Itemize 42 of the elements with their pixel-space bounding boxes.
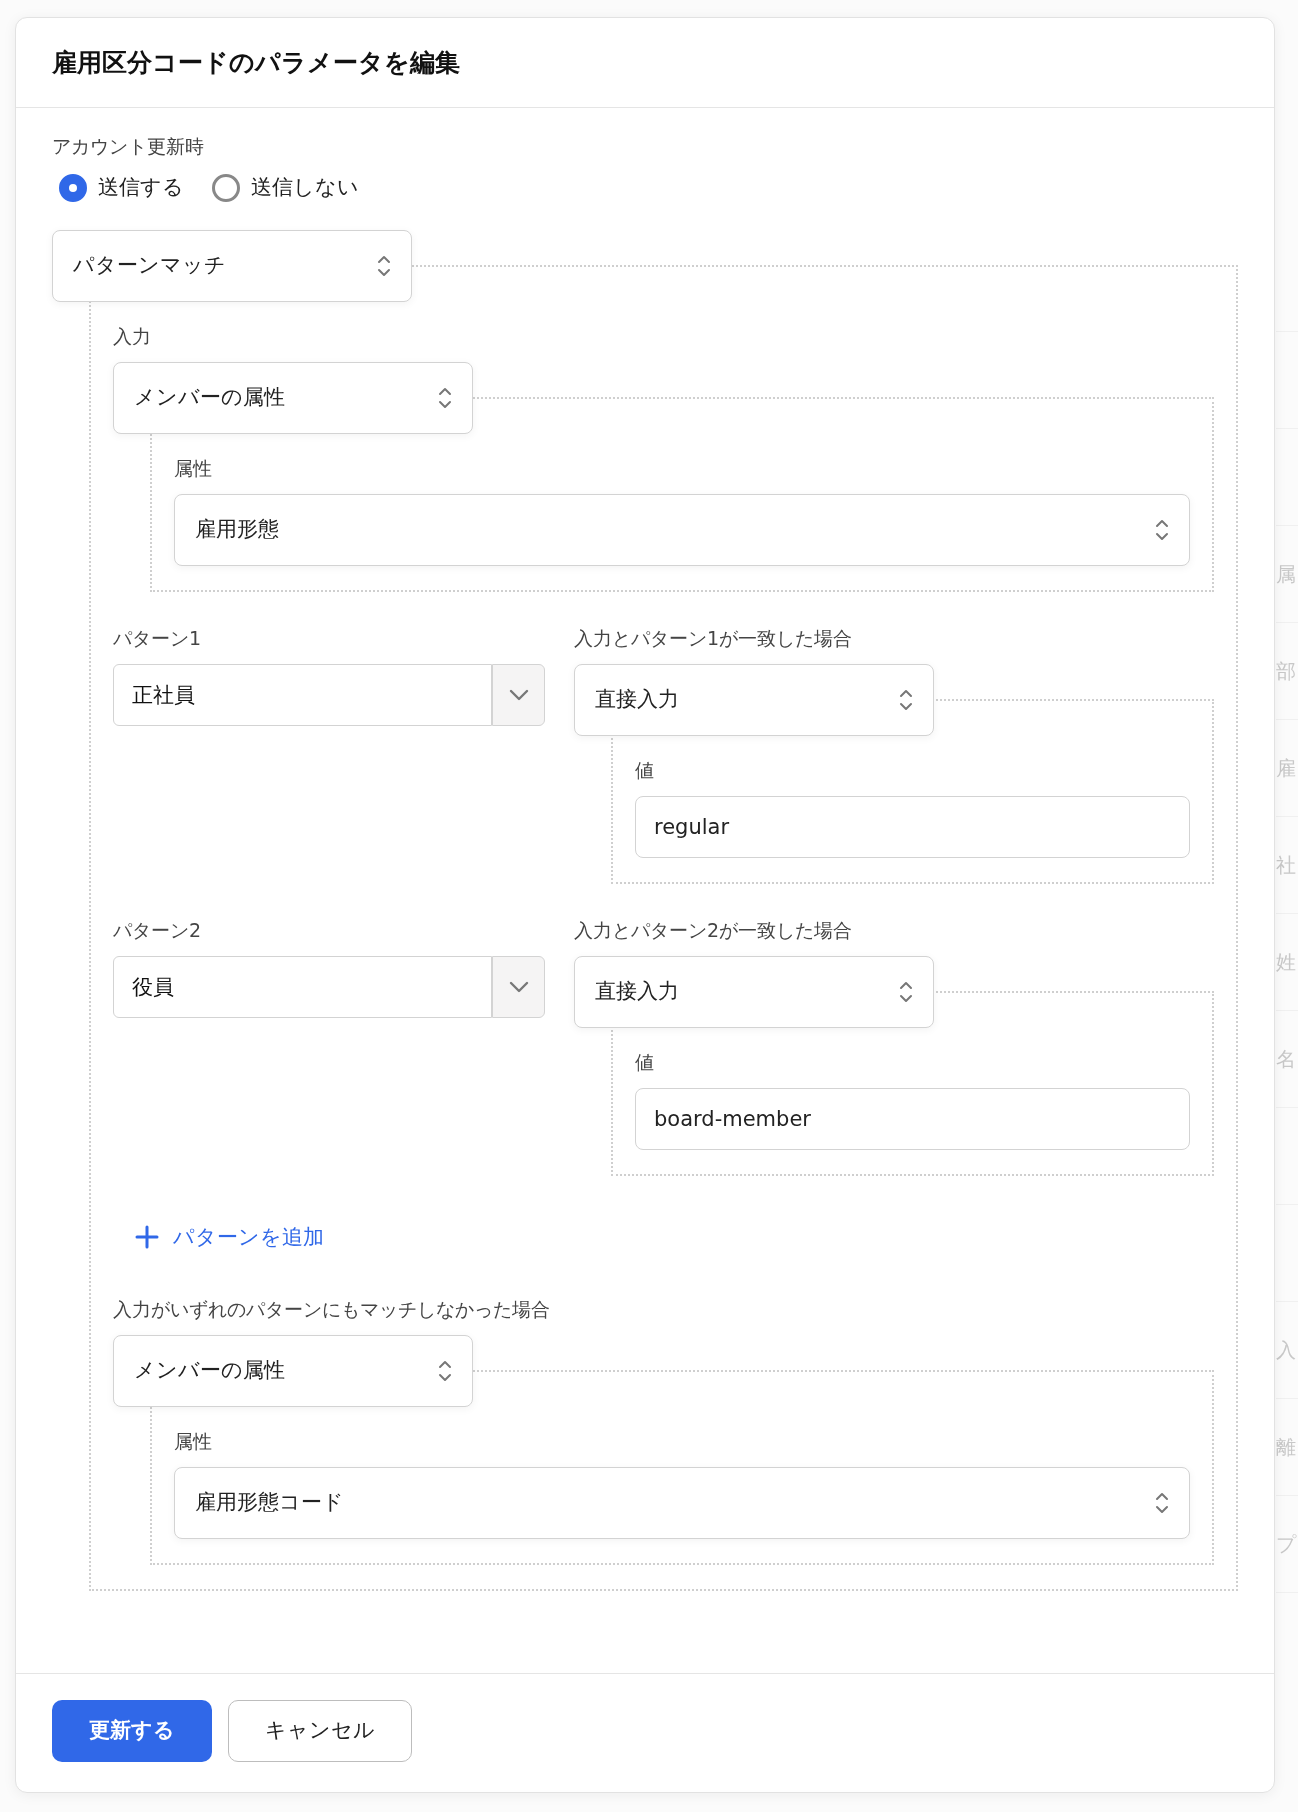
chevron-updown-icon — [438, 385, 452, 410]
update-button[interactable]: 更新する — [52, 1700, 212, 1762]
select-dropdown[interactable]: パターンマッチ — [52, 229, 412, 302]
chevron-updown-icon — [438, 1359, 452, 1383]
add-pattern-link[interactable]: パターンを追加 — [135, 1221, 324, 1253]
field-label: 入力とパターン2が一致した場合 — [574, 917, 854, 943]
select-dropdown[interactable]: 直接入力 — [574, 663, 934, 736]
value-input[interactable]: board-member — [635, 1087, 1190, 1150]
dropdown-toggle-button[interactable] — [492, 663, 545, 726]
field-label: 値 — [635, 1049, 655, 1075]
field-label: 入力がいずれのパターンにもマッチしなかった場合 — [113, 1297, 551, 1322]
chevron-updown-icon — [899, 979, 913, 1004]
field-label: 入力とパターン1が一致した場合 — [574, 625, 854, 651]
pattern-input[interactable]: 役員 — [113, 955, 493, 1018]
field-label: 属性 — [174, 1429, 213, 1454]
field-label: 入力 — [113, 323, 152, 349]
value-input[interactable]: regular — [635, 795, 1190, 858]
radio-icon[interactable] — [59, 173, 87, 202]
field-label: パターン1 — [113, 625, 203, 651]
field-label: 値 — [635, 757, 655, 783]
plus-icon — [135, 1225, 159, 1250]
pattern-input[interactable]: 正社員 — [113, 663, 493, 726]
chevron-updown-icon — [1155, 1491, 1169, 1515]
radio-option[interactable]: 送信しない — [212, 172, 359, 204]
chevron-updown-icon — [1155, 517, 1169, 542]
select-dropdown[interactable]: メンバーの属性 — [113, 361, 473, 434]
field-label: パターン2 — [113, 917, 203, 943]
select-dropdown[interactable]: 直接入力 — [574, 955, 934, 1028]
chevron-updown-icon — [377, 253, 391, 278]
chevron-updown-icon — [899, 687, 913, 712]
chevron-down-icon — [508, 688, 529, 701]
select-dropdown[interactable]: 雇用形態コード — [174, 1467, 1190, 1539]
select-dropdown[interactable]: メンバーの属性 — [113, 1335, 473, 1407]
field-label: 属性 — [174, 455, 213, 481]
dialog-title: 雇用区分コードのパラメータを編集 — [52, 46, 460, 79]
cancel-button[interactable]: キャンセル — [228, 1700, 412, 1762]
chevron-down-icon — [508, 980, 529, 993]
radio-option[interactable]: 送信する — [59, 172, 184, 204]
select-dropdown[interactable]: 雇用形態 — [174, 493, 1190, 566]
radio-icon[interactable] — [212, 173, 240, 202]
dropdown-toggle-button[interactable] — [492, 955, 545, 1018]
field-label: アカウント更新時 — [52, 134, 205, 159]
